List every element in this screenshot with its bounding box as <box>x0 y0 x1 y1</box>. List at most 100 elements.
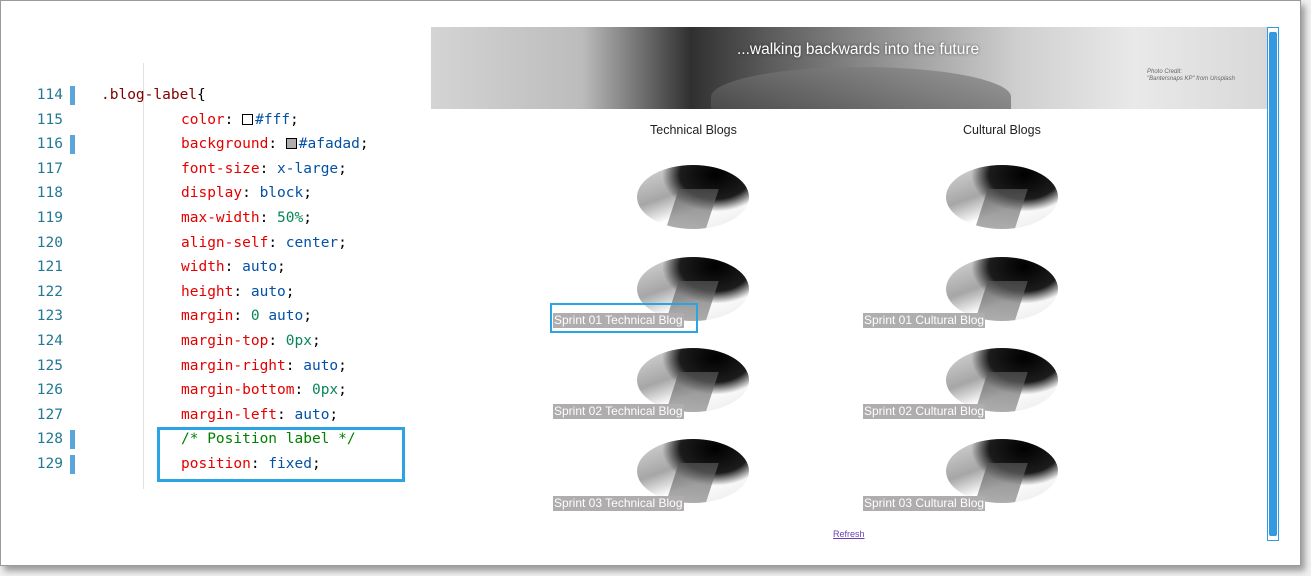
css-property: color <box>181 111 225 128</box>
css-value: center <box>285 234 339 251</box>
code-colon: : <box>224 111 243 128</box>
code-semicolon: ; <box>285 283 295 300</box>
code-editor[interactable]: 114 .blog-label{ 115 color: #fff; 116 backgro… <box>1 1 431 567</box>
code-colon: : <box>259 160 278 177</box>
code-colon: : <box>242 185 260 202</box>
code-colon: : <box>294 382 312 399</box>
technical-blog-thumbnail[interactable] <box>637 439 749 503</box>
code-area[interactable]: 114 .blog-label{ 115 color: #fff; 116 backgro… <box>1 63 431 489</box>
code-semicolon: ; <box>329 406 339 423</box>
code-text: margin: 0 auto; <box>181 304 312 329</box>
code-semicolon: ; <box>338 160 347 177</box>
code-text: .blog-label{ <box>101 83 206 108</box>
css-property: font-size <box>181 160 260 177</box>
line-number: 120 <box>36 234 63 251</box>
line-number: 114 <box>36 87 63 103</box>
code-colon: : <box>268 136 286 153</box>
code-semicolon: ; <box>303 210 312 226</box>
code-semicolon: ; <box>338 234 347 251</box>
cultural-blog-thumbnail[interactable] <box>946 348 1058 412</box>
code-text: background: #afadad; <box>181 132 369 157</box>
css-property: display <box>181 185 243 202</box>
code-line[interactable]: 119 max-width: 50%; <box>1 206 431 231</box>
css-value-number: 0 <box>250 308 260 325</box>
banner-road-image <box>711 67 1011 109</box>
highlight-box-label <box>550 303 698 333</box>
highlight-box-position-label <box>157 427 405 482</box>
sprint-02-technical-label[interactable]: Sprint 02 Technical Blog <box>553 404 684 419</box>
line-number: 121 <box>36 259 63 276</box>
code-semicolon: ; <box>277 259 286 276</box>
css-value: 0 auto <box>251 308 303 324</box>
css-property: background <box>181 136 269 153</box>
code-text: color: #fff; <box>181 108 299 133</box>
code-semicolon: ; <box>311 333 321 349</box>
code-colon: : <box>268 234 286 251</box>
css-value: #afadad <box>298 136 360 153</box>
sprint-02-cultural-label[interactable]: Sprint 02 Cultural Blog <box>863 404 986 419</box>
banner-title: ...walking backwards into the future <box>737 41 980 58</box>
screenshot-frame: 114 .blog-label{ 115 color: #fff; 116 backgro… <box>0 0 1301 566</box>
cultural-blog-thumbnail[interactable] <box>946 165 1058 229</box>
line-number: 128 <box>36 431 63 448</box>
line-number: 117 <box>36 160 63 177</box>
code-line[interactable]: 123 margin: 0 auto; <box>1 304 431 329</box>
gutter-change-marker <box>70 135 75 155</box>
line-number: 119 <box>36 210 63 226</box>
code-text: align-self: center; <box>181 231 347 256</box>
line-number: 123 <box>36 308 63 325</box>
code-line[interactable]: 118 display: block; <box>1 181 431 206</box>
code-text: margin-bottom: 0px; <box>181 378 347 403</box>
code-colon: : <box>233 283 251 300</box>
css-value: auto <box>242 259 278 276</box>
color-swatch-icon[interactable] <box>242 113 254 125</box>
photo-credit-label: Photo Credit: <box>1147 69 1183 75</box>
code-text: max-width: 50%; <box>181 206 312 231</box>
css-value: auto <box>303 357 339 374</box>
code-line[interactable]: 121 width: auto; <box>1 255 431 280</box>
css-value: 0px <box>285 333 312 349</box>
photo-credit-source: "Bantersnaps KP" from Unsplash <box>1147 76 1235 82</box>
code-line[interactable]: 117 font-size: x-large; <box>1 157 431 182</box>
cultural-blog-thumbnail[interactable] <box>946 257 1058 321</box>
gutter-change-marker <box>70 455 75 474</box>
vertical-scrollbar[interactable] <box>1267 27 1279 541</box>
cultural-blogs-heading: Cultural Blogs <box>963 123 1041 137</box>
code-line[interactable]: 126 margin-bottom: 0px; <box>1 378 431 403</box>
code-line[interactable]: 127 margin-left: auto; <box>1 403 431 428</box>
css-property: height <box>181 283 234 300</box>
css-selector: .blog-label <box>101 87 198 103</box>
code-line[interactable]: 114 .blog-label{ <box>1 83 431 108</box>
code-text: width: auto; <box>181 255 286 280</box>
hero-banner: ...walking backwards into the future Pho… <box>431 27 1269 109</box>
css-property: align-self <box>181 234 269 251</box>
sprint-01-cultural-label[interactable]: Sprint 01 Cultural Blog <box>863 313 986 328</box>
gutter-change-marker <box>70 430 75 450</box>
technical-blog-thumbnail[interactable] <box>637 348 749 412</box>
cultural-blog-thumbnail[interactable] <box>946 439 1058 503</box>
line-number: 118 <box>36 185 63 202</box>
code-line[interactable]: 125 margin-right: auto; <box>1 354 431 379</box>
code-line[interactable]: 122 height: auto; <box>1 280 431 305</box>
code-line[interactable]: 120 align-self: center; <box>1 231 431 256</box>
css-property: margin-bottom <box>181 382 295 399</box>
css-value: 0px <box>311 382 339 399</box>
code-line[interactable]: 116 background: #afadad; <box>1 132 431 157</box>
preview-pane: ...walking backwards into the future Pho… <box>431 27 1269 547</box>
css-property: margin-left <box>181 406 278 423</box>
code-line[interactable]: 115 color: #fff; <box>1 108 431 133</box>
technical-blog-thumbnail[interactable] <box>637 165 749 229</box>
code-semicolon: ; <box>303 308 312 325</box>
code-semicolon: ; <box>338 357 347 374</box>
code-colon: : <box>285 357 304 374</box>
sprint-03-technical-label[interactable]: Sprint 03 Technical Blog <box>553 496 684 511</box>
color-swatch-icon[interactable] <box>285 138 297 150</box>
sprint-03-cultural-label[interactable]: Sprint 03 Cultural Blog <box>863 496 986 511</box>
technical-blogs-heading: Technical Blogs <box>650 123 737 137</box>
gutter-change-marker <box>70 86 75 105</box>
line-number: 115 <box>36 111 63 128</box>
scrollbar-thumb[interactable] <box>1269 32 1277 536</box>
code-line[interactable]: 124 margin-top: 0px; <box>1 329 431 354</box>
refresh-link[interactable]: Refresh <box>833 529 865 539</box>
css-property: max-width <box>181 210 260 226</box>
